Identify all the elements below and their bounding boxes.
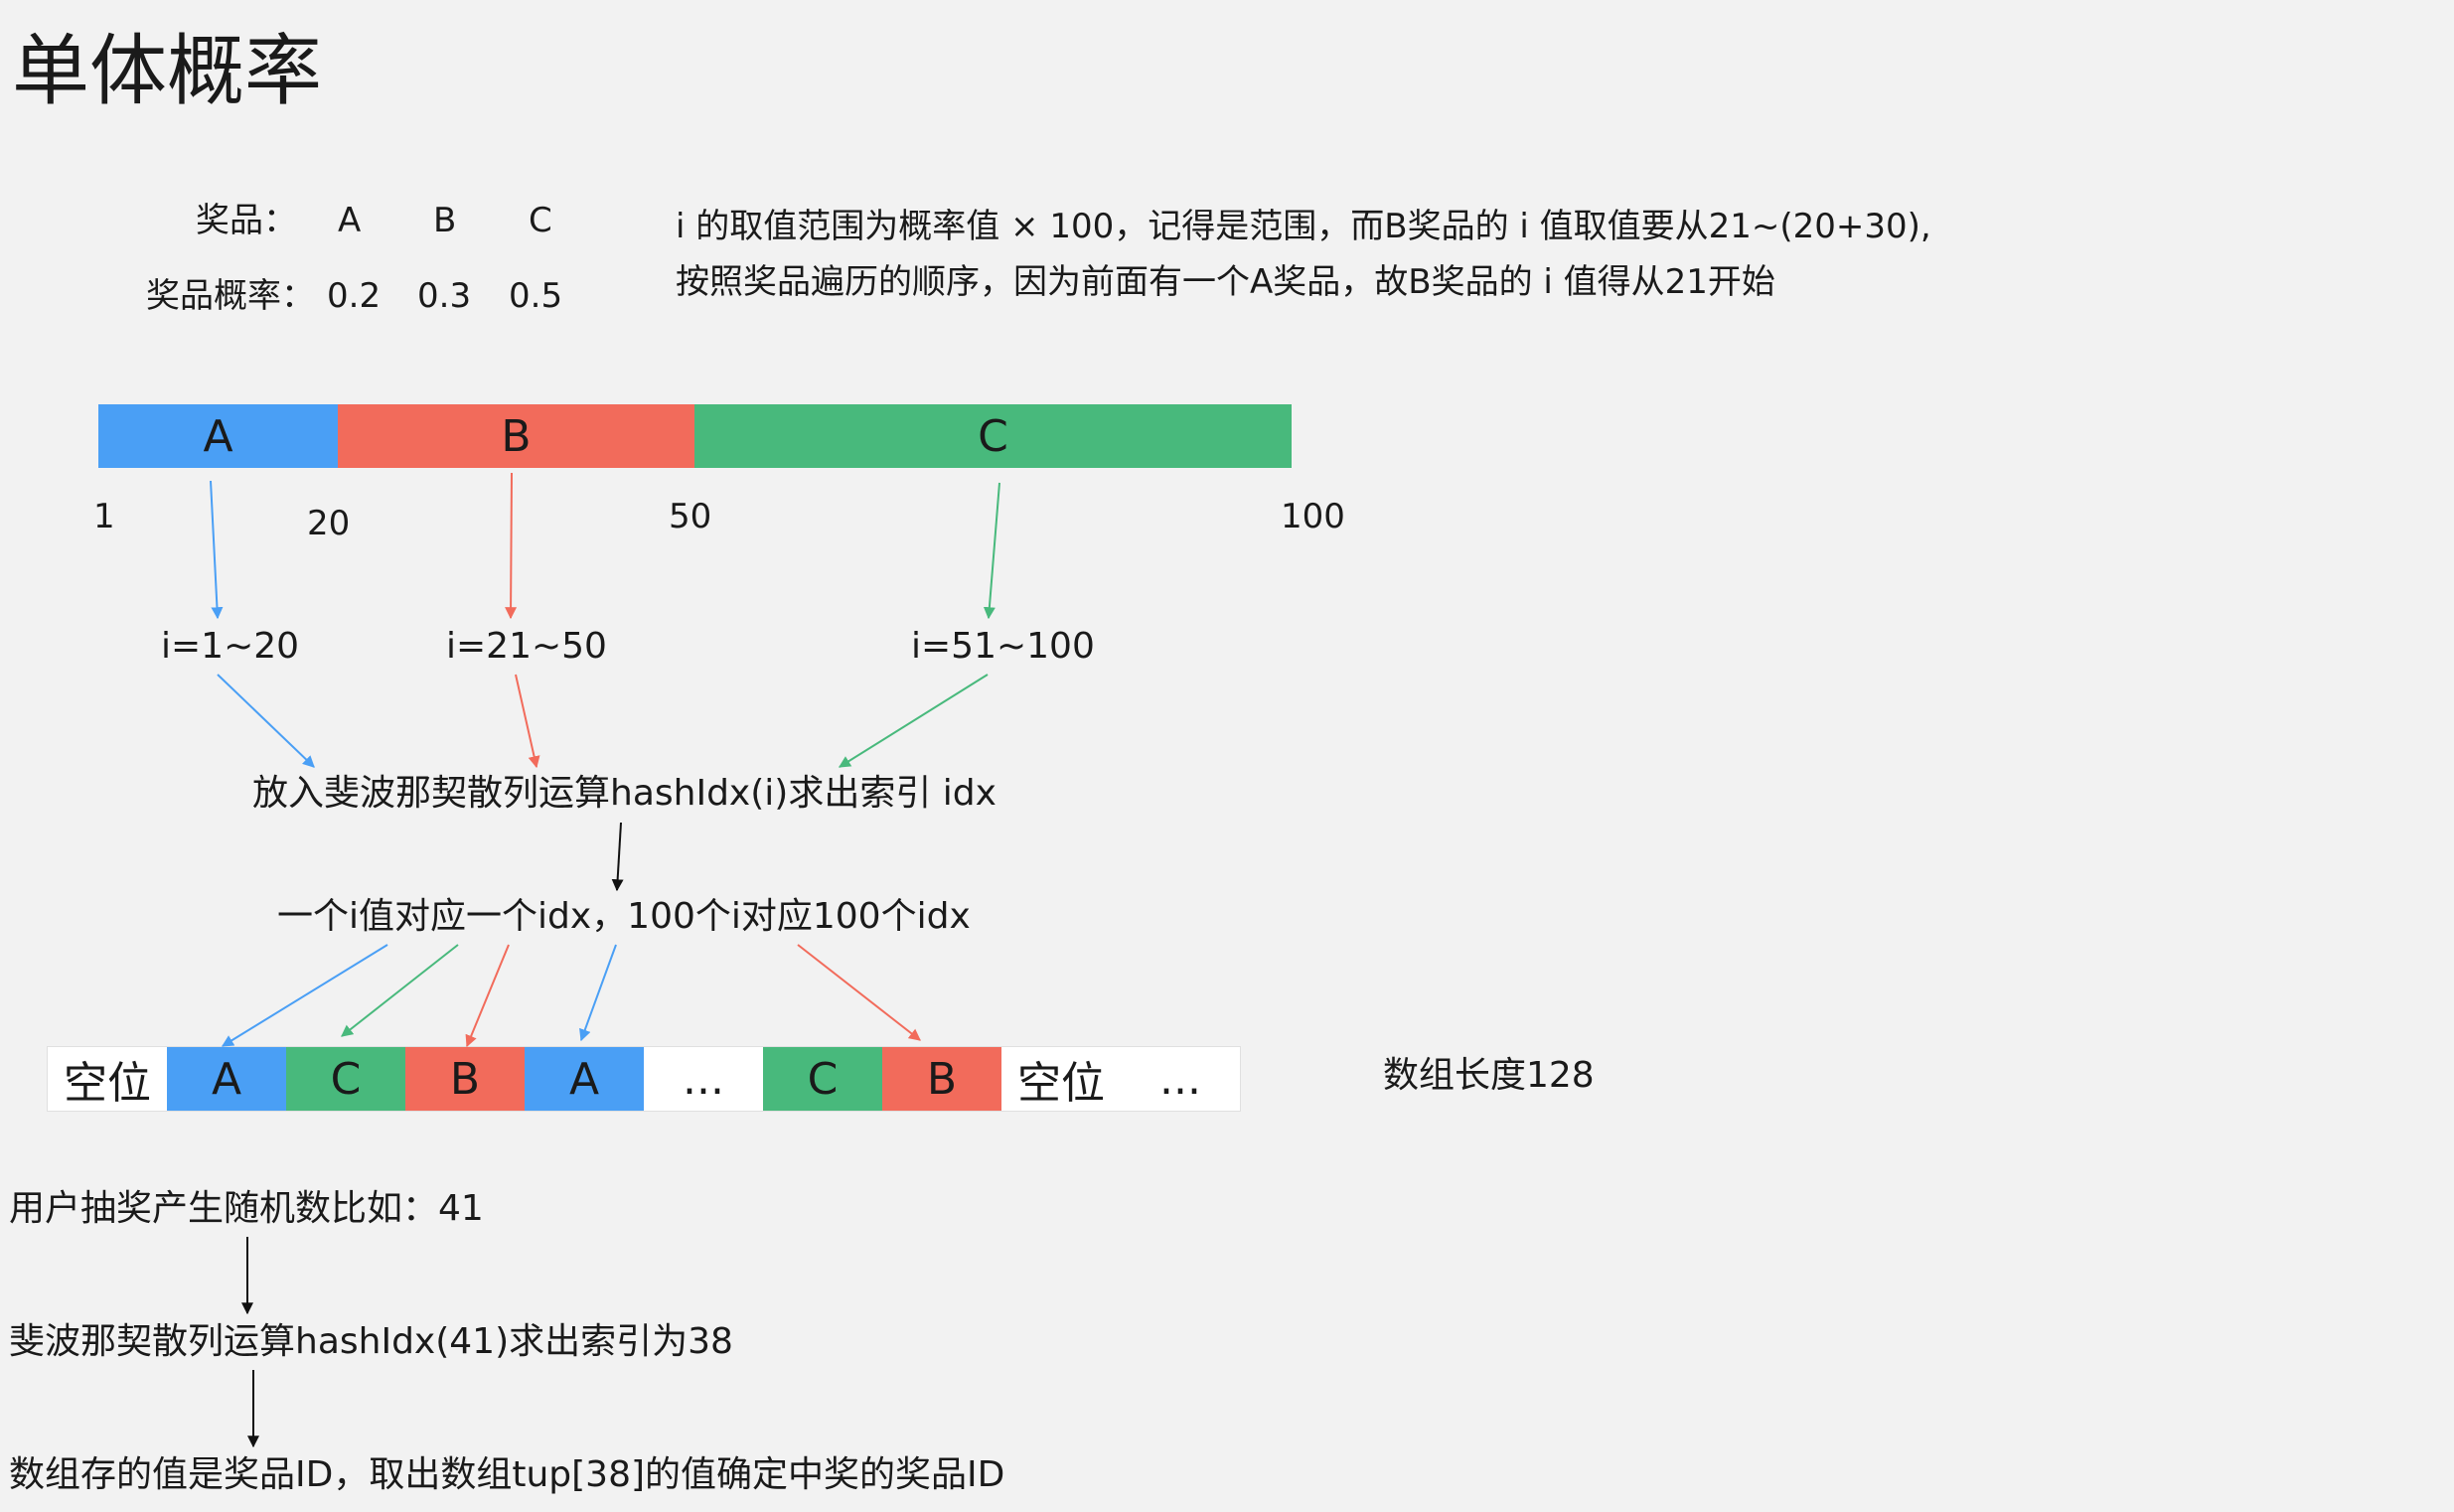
arrow-range-a-to-hash (217, 674, 315, 768)
arrow-map-to-cell-2 (341, 944, 459, 1037)
arrow-bar-a-to-range (210, 480, 224, 620)
connector-arrows (210, 472, 1000, 1448)
arrow-range-c-to-hash (838, 674, 989, 768)
arrow-map-to-cell-7 (797, 944, 921, 1041)
arrow-bar-c-to-range (983, 482, 1000, 620)
arrow-map-to-cell-3 (465, 944, 510, 1048)
arrow-bar-b-to-range (505, 472, 518, 620)
arrow-hash-to-mapping (611, 822, 624, 892)
arrow-range-b-to-hash (515, 674, 540, 769)
arrow-map-to-cell-1 (221, 944, 388, 1047)
arrow-map-to-cell-4 (579, 944, 617, 1042)
